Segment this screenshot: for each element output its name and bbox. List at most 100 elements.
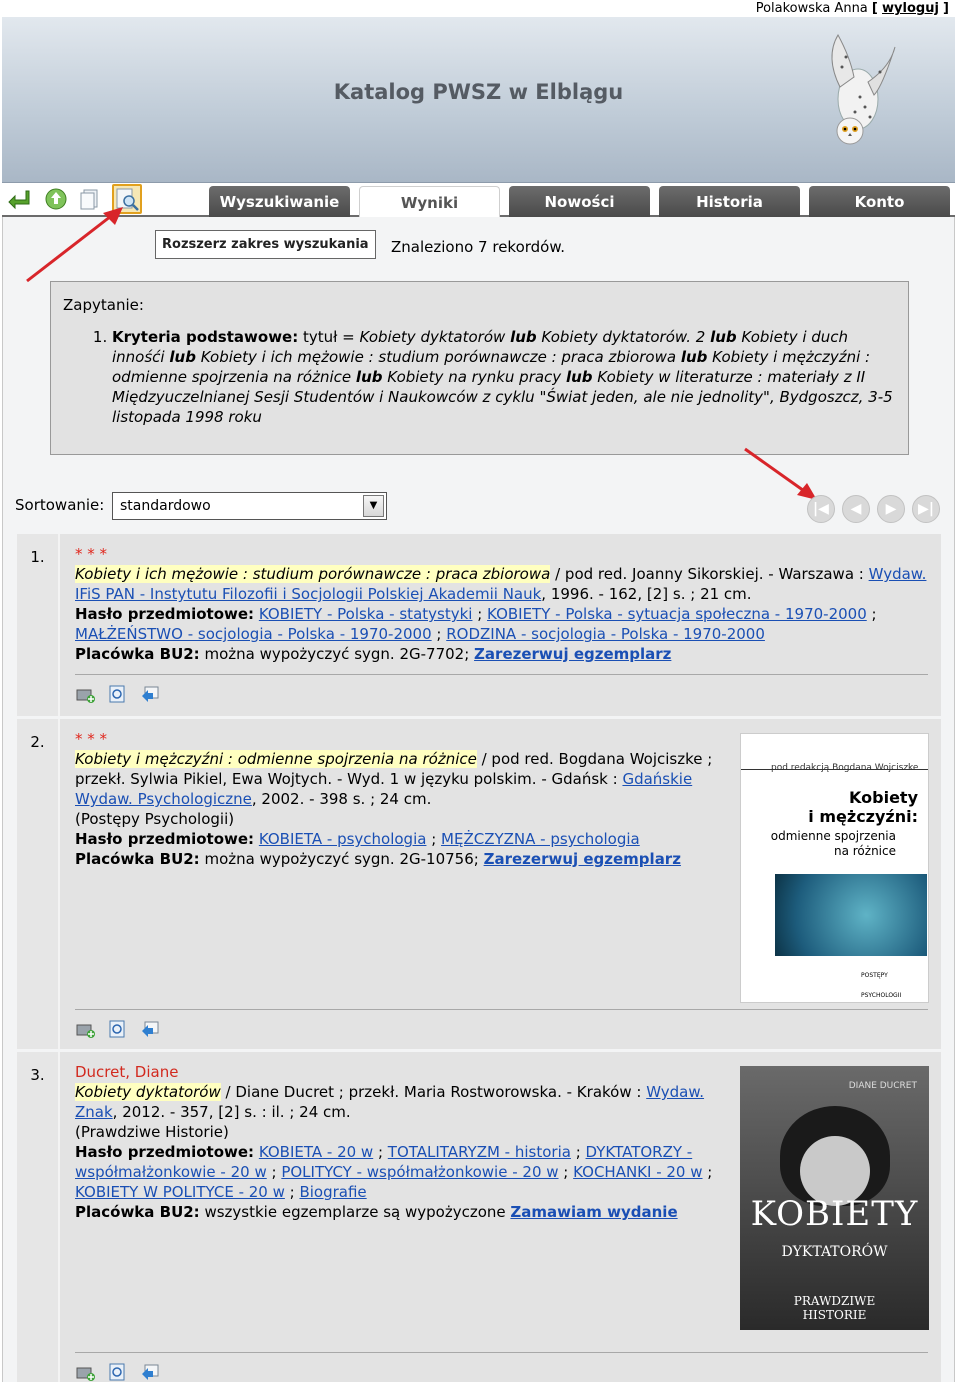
sort-value: standardowo	[120, 498, 211, 514]
results-panel: Rozszerz zakres wyszukania Znaleziono 7 …	[2, 207, 955, 1382]
book-cover-image[interactable]: pod redakcją Bogdana Wojciszke Kobiety i…	[740, 733, 929, 1003]
subject-link[interactable]: Biografie	[299, 1183, 366, 1201]
tab-wyszukiwanie[interactable]: Wyszukiwanie	[209, 186, 350, 217]
record-body: Ducret, Diane Kobiety dyktatorów / Diane…	[58, 1052, 941, 1382]
book-cover-image[interactable]: DIANE DUCRET KOBIETY DYKTATORÓW PRAWDZIW…	[740, 1066, 929, 1330]
query-term: Kobiety dyktatorów	[359, 328, 506, 346]
details-icon[interactable]	[108, 684, 128, 704]
subject-link[interactable]: KOBIETY - Polska - statystyki	[259, 605, 473, 623]
subject-link[interactable]: MAŁŻEŃSTWO - socjologia - Polska - 1970-…	[75, 625, 432, 643]
result-record-1: 1. * * * Kobiety i ich mężowie : studium…	[17, 534, 941, 716]
record-responsibility: / pod red. Joanny Sikorskiej. - Warszawa…	[550, 565, 864, 583]
page-title: Katalog PWSZ w Elblągu	[333, 80, 624, 104]
query-operator: lub	[680, 348, 708, 366]
bracket-close: ]	[943, 1, 949, 16]
details-icon[interactable]	[108, 1362, 128, 1382]
tab-historia[interactable]: Historia	[659, 186, 800, 217]
record-title[interactable]: Kobiety i ich mężowie : studium porównaw…	[75, 565, 551, 583]
prev-page-icon[interactable]: ◀	[842, 495, 870, 523]
holding-status: można wypożyczyć sygn. 2G-7702;	[199, 645, 470, 663]
subject-link[interactable]: KOBIETA - psychologia	[259, 830, 427, 848]
last-page-icon[interactable]: ▶|	[912, 495, 940, 523]
annotation-arrow-icon	[26, 207, 123, 283]
criteria-label: Kryteria podstawowe:	[112, 328, 299, 346]
subject-label: Hasło przedmiotowe:	[75, 830, 255, 848]
query-term: Kobiety na rynku pracy	[387, 368, 562, 386]
cover-title: KOBIETY	[750, 1194, 919, 1234]
rating-stars: * * *	[75, 730, 108, 748]
add-to-basket-icon[interactable]	[76, 684, 96, 704]
record-title[interactable]: Kobiety i mężczyźni : odmienne spojrzeni…	[75, 750, 477, 768]
cover-title: i mężczyźni:	[808, 807, 918, 826]
extend-search-range-button[interactable]: Rozszerz zakres wyszukania	[155, 230, 376, 259]
subject-link[interactable]: KOBIETY - Polska - sytuacja społeczna - …	[487, 605, 867, 623]
details-icon[interactable]	[108, 1019, 128, 1039]
cover-editor: pod redakcją Bogdana Wojciszke	[771, 763, 919, 773]
cover-series: POSTĘPY PSYCHOLOGII	[861, 972, 902, 999]
cover-series: PRAWDZIWE	[793, 1294, 876, 1308]
holding-label: Placówka BU2:	[75, 645, 200, 663]
order-link[interactable]: Zamawiam wydanie	[510, 1203, 677, 1221]
record-responsibility: / pod red. Bogdana Wojciszke ;	[476, 750, 713, 768]
publication-details: , 2012. - 357, [2] s. : il. ; 24 cm.	[112, 1103, 351, 1121]
tab-wyniki[interactable]: Wyniki	[359, 186, 500, 219]
reserve-link[interactable]: Zarezerwuj egzemplarz	[474, 645, 671, 663]
subject-label: Hasło przedmiotowe:	[75, 605, 255, 623]
subject-link[interactable]: POLITYCY - współmałżonkowie - 20 w	[281, 1163, 558, 1181]
export-icon[interactable]	[140, 1362, 160, 1382]
record-title[interactable]: Kobiety dyktatorów	[75, 1083, 221, 1101]
subject-link[interactable]: KOBIETY W POLITYCE - 20 w	[75, 1183, 285, 1201]
rating-stars: * * *	[75, 545, 108, 563]
query-criteria: Kryteria podstawowe: tytuł = Kobiety dyk…	[112, 327, 896, 427]
record-responsibility: przekł. Sylwia Pikiel, Ewa Wojtych. - Wy…	[75, 770, 618, 788]
result-record-2: 2. * * * Kobiety i mężczyźni : odmienne …	[17, 719, 941, 1049]
tab-nowosci[interactable]: Nowości	[509, 186, 650, 217]
holding-status: wszystkie egzemplarze są wypożyczone	[199, 1203, 506, 1221]
logout-link[interactable]: wyloguj	[882, 1, 939, 16]
subject-link[interactable]: MĘŻCZYZNA - psychologia	[441, 830, 640, 848]
results-count: Znaleziono 7 rekordów.	[391, 238, 566, 256]
record-number: 2.	[17, 719, 58, 1049]
reserve-link[interactable]: Zarezerwuj egzemplarz	[484, 850, 681, 868]
subject-link[interactable]: KOCHANKI - 20 w	[573, 1163, 702, 1181]
criteria-field: tytuł =	[303, 328, 355, 346]
user-bar: Polakowska Anna [ wyloguj ]	[756, 0, 949, 17]
cover-title: DYKTATORÓW	[781, 1244, 888, 1260]
record-series: (Prawdziwe Historie)	[75, 1123, 229, 1141]
owl-logo-icon	[831, 33, 896, 145]
add-to-basket-icon[interactable]	[76, 1362, 96, 1382]
record-actions	[76, 1019, 167, 1039]
query-term: Kobiety i ich mężowie : studium porównaw…	[200, 348, 677, 366]
query-operator: lub	[710, 328, 737, 346]
toolbar: Wyszukiwanie Wyniki Nowości Historia Kon…	[2, 183, 955, 219]
user-name: Polakowska Anna	[755, 1, 868, 16]
cover-series: HISTORIE	[802, 1308, 867, 1322]
record-divider	[75, 674, 928, 675]
record-author[interactable]: Ducret, Diane	[75, 1062, 740, 1082]
subject-label: Hasło przedmiotowe:	[75, 1143, 255, 1161]
export-icon[interactable]	[140, 1019, 160, 1039]
holding-status: można wypożyczyć sygn. 2G-10756;	[199, 850, 479, 868]
next-page-icon[interactable]: ▶	[877, 495, 905, 523]
query-label: Zapytanie:	[63, 296, 144, 314]
header-banner: Katalog PWSZ w Elblągu	[2, 17, 955, 183]
publication-details: , 1996. - 162, [2] s. ; 21 cm.	[541, 585, 752, 603]
annotation-arrow-icon	[744, 447, 817, 500]
query-operator: lub	[355, 368, 383, 386]
chevron-down-icon[interactable]: ▼	[363, 495, 384, 517]
add-to-basket-icon[interactable]	[76, 1019, 96, 1039]
sort-label: Sortowanie:	[15, 496, 105, 514]
subject-link[interactable]: RODZINA - socjologia - Polska - 1970-200…	[446, 625, 765, 643]
query-box: Zapytanie: Kryteria podstawowe: tytuł = …	[50, 281, 909, 455]
record-divider	[75, 1009, 928, 1010]
first-page-icon[interactable]: |◀	[807, 495, 835, 523]
record-number: 3.	[17, 1052, 58, 1382]
tab-konto[interactable]: Konto	[809, 186, 950, 217]
query-term: Kobiety dyktatorów. 2	[541, 328, 706, 346]
subject-link[interactable]: KOBIETA - 20 w	[259, 1143, 373, 1161]
query-operator: lub	[565, 368, 593, 386]
sort-select[interactable]: standardowo ▼	[112, 492, 387, 520]
export-icon[interactable]	[140, 684, 160, 704]
subject-link[interactable]: TOTALITARYZM - historia	[388, 1143, 571, 1161]
record-responsibility: / Diane Ducret ; przekł. Maria Rostworow…	[220, 1083, 642, 1101]
